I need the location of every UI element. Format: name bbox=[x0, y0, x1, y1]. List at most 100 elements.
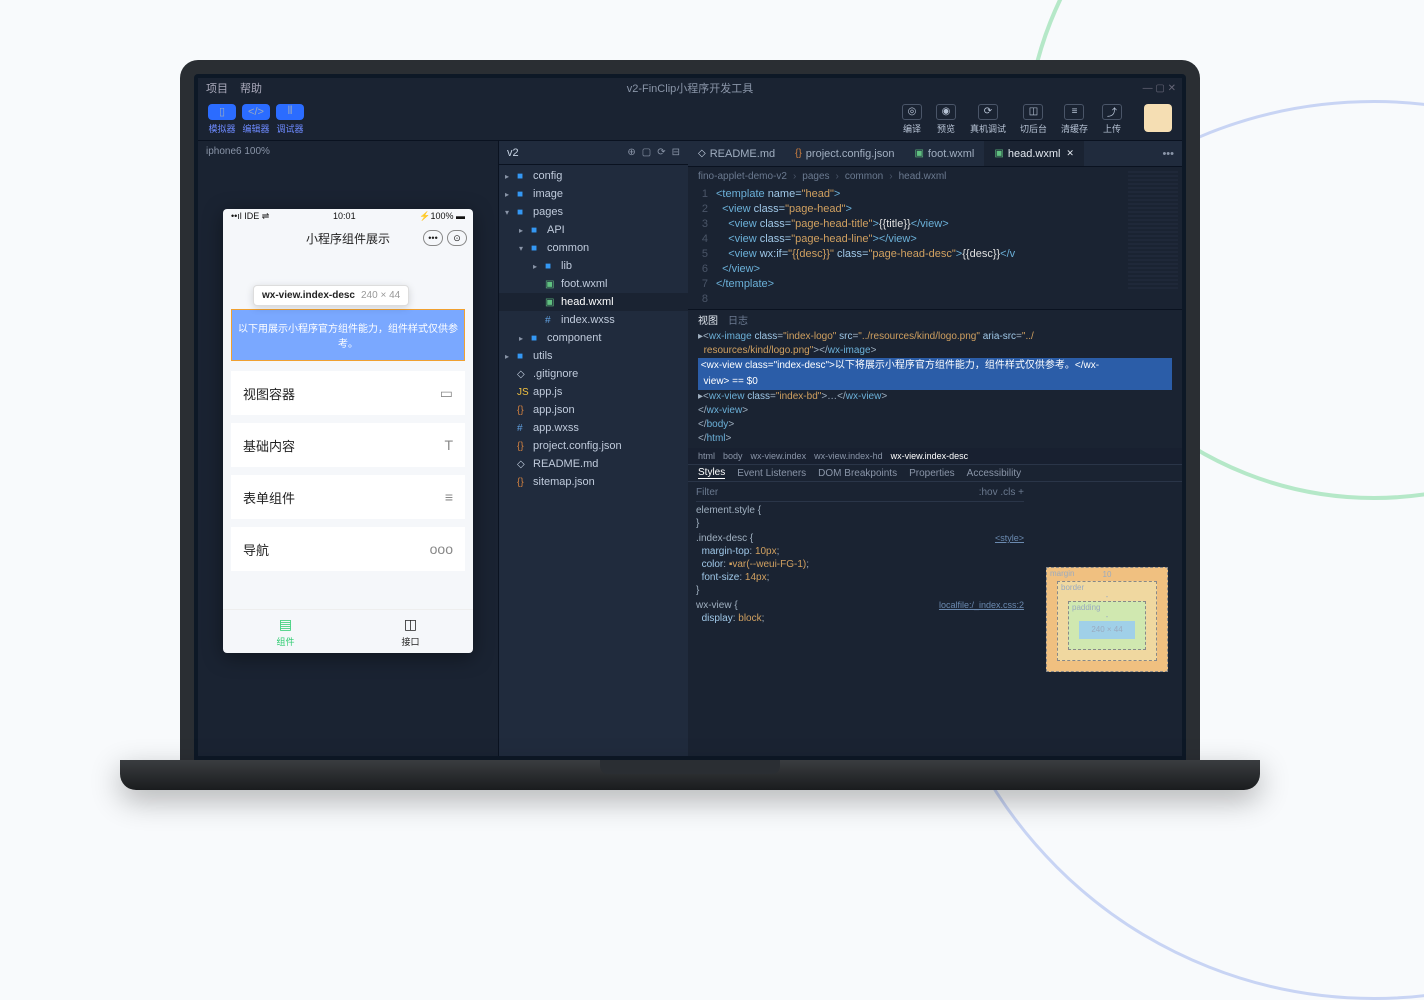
tab-readme[interactable]: ◇README.md bbox=[688, 141, 785, 166]
tree-item-component[interactable]: ▸■component bbox=[499, 329, 688, 347]
nav-icon: ooo bbox=[430, 541, 453, 557]
list-item[interactable]: 视图容器▭ bbox=[231, 371, 465, 415]
toggle-simulator-button[interactable]: ▯模拟器 bbox=[208, 104, 236, 135]
tree-item-app-json[interactable]: {}app.json bbox=[499, 401, 688, 419]
subtab-a11y[interactable]: Accessibility bbox=[967, 468, 1021, 479]
phone-tabbar: ▤组件 ◫接口 bbox=[223, 609, 473, 653]
tree-item-image[interactable]: ▸■image bbox=[499, 185, 688, 203]
styles-pane[interactable]: Filter:hov .cls + element.style {} <styl… bbox=[688, 482, 1032, 756]
tree-item-common[interactable]: ▾■common bbox=[499, 239, 688, 257]
file-explorer: v2 ⊕ ▢ ⟳ ⊟ ▸■config▸■image▾■pages▸■API▾■com… bbox=[498, 141, 688, 756]
avatar[interactable] bbox=[1144, 104, 1172, 132]
subtab-listeners[interactable]: Event Listeners bbox=[737, 468, 806, 479]
compile-button[interactable]: ◎编译 bbox=[902, 104, 922, 135]
tab-api[interactable]: ◫接口 bbox=[348, 610, 473, 653]
tree-item-app-wxss[interactable]: #app.wxss bbox=[499, 419, 688, 437]
phone-navbar: 小程序组件展示 ••• ⊙ bbox=[223, 223, 473, 253]
list-item[interactable]: 导航ooo bbox=[231, 527, 465, 571]
filter-input[interactable]: Filter bbox=[696, 486, 718, 499]
cpu-icon: ◫ bbox=[404, 616, 417, 633]
background-button[interactable]: ◫切后台 bbox=[1020, 104, 1047, 135]
tab-project-config[interactable]: {}project.config.json bbox=[785, 141, 904, 166]
list-item[interactable]: 基础内容T bbox=[231, 423, 465, 467]
toggle-debugger-button[interactable]: ⫴调试器 bbox=[276, 104, 304, 135]
list-item[interactable]: 表单组件≡ bbox=[231, 475, 465, 519]
text-icon: T bbox=[444, 437, 453, 453]
tree-item-README-md[interactable]: ◇README.md bbox=[499, 455, 688, 473]
tree-item-foot-wxml[interactable]: ▣foot.wxml bbox=[499, 275, 688, 293]
close-icon[interactable]: ⊙ bbox=[447, 230, 467, 246]
component-list: 视图容器▭ 基础内容T 表单组件≡ 导航ooo bbox=[231, 371, 465, 571]
ide-window: 项目 帮助 v2-FinClip小程序开发工具 — ▢ ✕ ▯模拟器 </>编辑… bbox=[198, 78, 1182, 756]
debug-icon: ⫴ bbox=[276, 104, 304, 120]
close-tab-icon[interactable]: ✕ bbox=[1066, 148, 1074, 159]
devtools-tabs: 视图 日志 bbox=[688, 310, 1182, 328]
form-icon: ≡ bbox=[445, 489, 453, 505]
clear-cache-button[interactable]: ≡清缓存 bbox=[1061, 104, 1088, 135]
cache-icon: ≡ bbox=[1064, 104, 1084, 120]
code-editor[interactable]: 12345678 <template name="head"> <view cl… bbox=[688, 185, 1182, 309]
simulator-device-label[interactable]: iphone6 100% bbox=[198, 141, 498, 161]
devtools-tab-view[interactable]: 视图 bbox=[698, 312, 718, 327]
bg-icon: ◫ bbox=[1023, 104, 1043, 120]
tree-item-project-config-json[interactable]: {}project.config.json bbox=[499, 437, 688, 455]
file-tree: ▸■config▸■image▾■pages▸■API▾■common▸■lib… bbox=[499, 165, 688, 493]
phone-icon: ▯ bbox=[208, 104, 236, 120]
simulator-panel: iphone6 100% ••ıl IDE ⇌ 10:01 ⚡100% ▬ 小程… bbox=[198, 141, 498, 756]
project-root[interactable]: v2 bbox=[507, 147, 519, 159]
new-file-icon[interactable]: ⊕ bbox=[627, 147, 635, 158]
remote-icon: ⟳ bbox=[978, 104, 998, 120]
inspected-element[interactable]: 以下用展示小程序官方组件能力，组件样式仅供参考。 bbox=[231, 309, 465, 361]
devtools-subtabs: Styles Event Listeners DOM Breakpoints P… bbox=[688, 464, 1182, 482]
container-icon: ▭ bbox=[440, 385, 453, 402]
tree-item-app-js[interactable]: JSapp.js bbox=[499, 383, 688, 401]
more-icon[interactable]: ••• bbox=[423, 230, 443, 246]
menu-project[interactable]: 项目 bbox=[206, 80, 228, 96]
devtools-tab-log[interactable]: 日志 bbox=[728, 312, 748, 327]
toolbar: ▯模拟器 </>编辑器 ⫴调试器 ◎编译 ◉预览 ⟳真机调试 ◫切后台 ≡清缓存… bbox=[198, 98, 1182, 140]
more-tabs-icon[interactable]: ••• bbox=[1154, 148, 1182, 160]
menu-help[interactable]: 帮助 bbox=[240, 80, 262, 96]
subtab-props[interactable]: Properties bbox=[909, 468, 955, 479]
window-title: v2-FinClip小程序开发工具 bbox=[627, 80, 754, 96]
dom-breadcrumb: html body wx-view.index wx-view.index-hd… bbox=[688, 448, 1182, 464]
menubar: 项目 帮助 v2-FinClip小程序开发工具 — ▢ ✕ bbox=[198, 78, 1182, 98]
tab-foot-wxml[interactable]: ▣foot.wxml bbox=[904, 141, 984, 166]
tree-item-index-wxss[interactable]: #index.wxss bbox=[499, 311, 688, 329]
phone-statusbar: ••ıl IDE ⇌ 10:01 ⚡100% ▬ bbox=[223, 209, 473, 223]
window-controls[interactable]: — ▢ ✕ bbox=[1143, 83, 1176, 94]
tree-item-API[interactable]: ▸■API bbox=[499, 221, 688, 239]
tree-item-head-wxml[interactable]: ▣head.wxml bbox=[499, 293, 688, 311]
tree-item-config[interactable]: ▸■config bbox=[499, 167, 688, 185]
camera-dot bbox=[687, 64, 693, 70]
tree-item-sitemap-json[interactable]: {}sitemap.json bbox=[499, 473, 688, 491]
phone-frame: ••ıl IDE ⇌ 10:01 ⚡100% ▬ 小程序组件展示 ••• ⊙ bbox=[223, 209, 473, 653]
toolbar-left: ▯模拟器 </>编辑器 ⫴调试器 bbox=[208, 104, 304, 135]
box-model: margin10 border- padding- 240 × 44 bbox=[1032, 482, 1182, 756]
preview-button[interactable]: ◉预览 bbox=[936, 104, 956, 135]
tab-head-wxml[interactable]: ▣head.wxml✕ bbox=[984, 141, 1084, 166]
tree-item-lib[interactable]: ▸■lib bbox=[499, 257, 688, 275]
tab-components[interactable]: ▤组件 bbox=[223, 610, 348, 653]
upload-icon: ⤴ bbox=[1102, 104, 1122, 120]
filter-toggles[interactable]: :hov .cls + bbox=[979, 486, 1024, 499]
tree-item-pages[interactable]: ▾■pages bbox=[499, 203, 688, 221]
toggle-editor-button[interactable]: </>编辑器 bbox=[242, 104, 270, 135]
tree-item-utils[interactable]: ▸■utils bbox=[499, 347, 688, 365]
refresh-icon[interactable]: ⟳ bbox=[657, 147, 665, 158]
remote-debug-button[interactable]: ⟳真机调试 bbox=[970, 104, 1006, 135]
new-folder-icon[interactable]: ▢ bbox=[642, 147, 651, 158]
collapse-icon[interactable]: ⊟ bbox=[672, 147, 680, 158]
subtab-styles[interactable]: Styles bbox=[698, 467, 725, 479]
editor-tabs: ◇README.md {}project.config.json ▣foot.w… bbox=[688, 141, 1182, 167]
laptop-mockup: 项目 帮助 v2-FinClip小程序开发工具 — ▢ ✕ ▯模拟器 </>编辑… bbox=[160, 60, 1220, 790]
subtab-dom-bp[interactable]: DOM Breakpoints bbox=[818, 468, 897, 479]
preview-icon: ◉ bbox=[936, 104, 956, 120]
tree-item--gitignore[interactable]: ◇.gitignore bbox=[499, 365, 688, 383]
compile-icon: ◎ bbox=[902, 104, 922, 120]
toolbar-right: ◎编译 ◉预览 ⟳真机调试 ◫切后台 ≡清缓存 ⤴上传 bbox=[902, 104, 1172, 135]
dom-inspector[interactable]: ▸<wx-image class="index-logo" src="../re… bbox=[688, 328, 1182, 448]
breadcrumb: fino-applet-demo-v2› pages› common› head… bbox=[688, 167, 1182, 185]
upload-button[interactable]: ⤴上传 bbox=[1102, 104, 1122, 135]
minimap[interactable] bbox=[1128, 171, 1178, 291]
